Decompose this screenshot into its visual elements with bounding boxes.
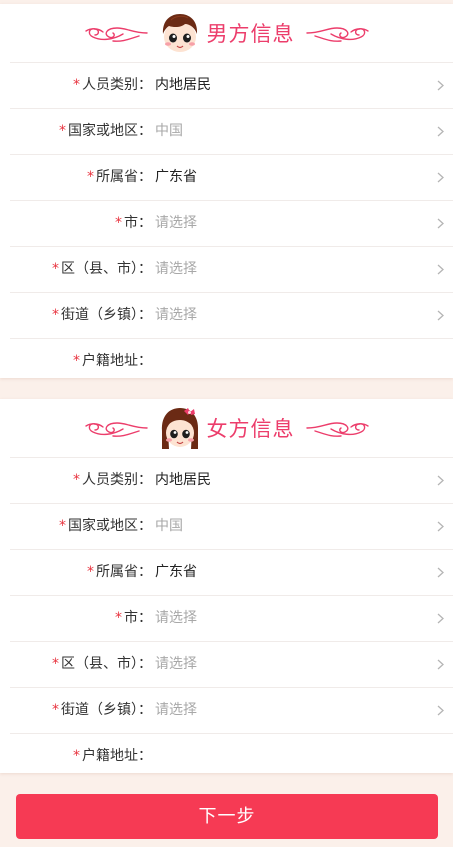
female-country-row[interactable]: * 国家或地区： 中国: [10, 503, 453, 549]
field-label: * 国家或地区：: [59, 504, 152, 549]
female-info-header: 女方信息: [0, 399, 453, 457]
chevron-right-icon: [437, 80, 444, 91]
field-label: * 街道（乡镇）：: [52, 293, 152, 338]
chevron-right-icon: [437, 264, 444, 275]
right-swirl-icon: [305, 27, 369, 42]
male-district-row[interactable]: * 区（县、市）： 请选择: [10, 246, 453, 292]
chevron-right-icon: [437, 475, 444, 486]
required-marker: *: [52, 261, 59, 277]
male-address-row[interactable]: * 户籍地址：: [10, 338, 453, 384]
male-province-row[interactable]: * 所属省： 广东省: [10, 154, 453, 200]
city-value[interactable]: 请选择: [155, 596, 197, 641]
province-value[interactable]: 广东省: [155, 155, 197, 200]
male-person-type-row[interactable]: * 人员类别： 内地居民: [10, 62, 453, 108]
country-value[interactable]: 中国: [155, 109, 183, 154]
person-type-value[interactable]: 内地居民: [155, 458, 211, 503]
district-value[interactable]: 请选择: [155, 247, 197, 292]
girl-face-icon: [161, 408, 198, 449]
field-label: * 市：: [115, 201, 152, 246]
male-country-row[interactable]: * 国家或地区： 中国: [10, 108, 453, 154]
boy-face-icon: [162, 14, 197, 52]
required-marker: *: [87, 169, 94, 185]
left-swirl-icon: [84, 27, 148, 42]
field-label: * 街道（乡镇）：: [52, 688, 152, 733]
field-label: * 户籍地址：: [73, 734, 152, 779]
required-marker: *: [52, 702, 59, 718]
field-label: * 人员类别：: [73, 63, 152, 108]
required-marker: *: [115, 215, 122, 231]
male-city-row[interactable]: * 市： 请选择: [10, 200, 453, 246]
chevron-right-icon: [437, 521, 444, 532]
field-label: * 市：: [115, 596, 152, 641]
field-label: * 人员类别：: [73, 458, 152, 503]
required-marker: *: [73, 353, 80, 369]
street-value[interactable]: 请选择: [155, 293, 197, 338]
chevron-right-icon: [437, 567, 444, 578]
chevron-right-icon: [437, 659, 444, 670]
chevron-right-icon: [437, 218, 444, 229]
female-province-row[interactable]: * 所属省： 广东省: [10, 549, 453, 595]
required-marker: *: [59, 123, 66, 139]
female-info-card: 女方信息 * 人员类别： 内地居民 * 国家或地区： 中国 * 所属省： 广东省 * 市…: [0, 399, 453, 773]
address-label: 户籍地址：: [82, 353, 152, 369]
district-label: 区（县、市）：: [61, 656, 152, 672]
field-label: * 户籍地址：: [73, 339, 152, 384]
required-marker: *: [59, 518, 66, 534]
person-type-value[interactable]: 内地居民: [155, 63, 211, 108]
field-label: * 区（县、市）：: [52, 642, 152, 687]
female-city-row[interactable]: * 市： 请选择: [10, 595, 453, 641]
field-label: * 所属省：: [87, 155, 152, 200]
required-marker: *: [52, 656, 59, 672]
province-label: 所属省：: [96, 564, 152, 580]
required-marker: *: [87, 564, 94, 580]
district-value[interactable]: 请选择: [155, 642, 197, 687]
country-label: 国家或地区：: [68, 518, 152, 534]
chevron-right-icon: [437, 126, 444, 137]
province-label: 所属省：: [96, 169, 152, 185]
left-swirl-icon: [84, 422, 148, 437]
required-marker: *: [73, 472, 80, 488]
field-label: * 所属省：: [87, 550, 152, 595]
female-street-row[interactable]: * 街道（乡镇）： 请选择: [10, 687, 453, 733]
person-type-label: 人员类别：: [82, 77, 152, 93]
chevron-right-icon: [437, 310, 444, 321]
male-info-card: 男方信息 * 人员类别： 内地居民 * 国家或地区： 中国 * 所属省： 广东省 * 市…: [0, 4, 453, 378]
chevron-right-icon: [437, 172, 444, 183]
city-label: 市：: [124, 215, 152, 231]
field-label: * 区（县、市）：: [52, 247, 152, 292]
required-marker: *: [73, 748, 80, 764]
country-value[interactable]: 中国: [155, 504, 183, 549]
female-person-type-row[interactable]: * 人员类别： 内地居民: [10, 457, 453, 503]
country-label: 国家或地区：: [68, 123, 152, 139]
address-label: 户籍地址：: [82, 748, 152, 764]
female-district-row[interactable]: * 区（县、市）： 请选择: [10, 641, 453, 687]
street-label: 街道（乡镇）：: [61, 702, 152, 718]
male-info-header: 男方信息: [0, 4, 453, 62]
person-type-label: 人员类别：: [82, 472, 152, 488]
required-marker: *: [52, 307, 59, 323]
province-value[interactable]: 广东省: [155, 550, 197, 595]
district-label: 区（县、市）：: [61, 261, 152, 277]
male-info-title: 男方信息: [206, 22, 295, 46]
next-step-button[interactable]: 下一步: [16, 794, 438, 839]
female-info-title: 女方信息: [206, 417, 295, 441]
street-label: 街道（乡镇）：: [61, 307, 152, 323]
male-street-row[interactable]: * 街道（乡镇）： 请选择: [10, 292, 453, 338]
required-marker: *: [115, 610, 122, 626]
required-marker: *: [73, 77, 80, 93]
city-value[interactable]: 请选择: [155, 201, 197, 246]
city-label: 市：: [124, 610, 152, 626]
chevron-right-icon: [437, 705, 444, 716]
right-swirl-icon: [305, 422, 369, 437]
female-address-row[interactable]: * 户籍地址：: [10, 733, 453, 779]
chevron-right-icon: [437, 613, 444, 624]
street-value[interactable]: 请选择: [155, 688, 197, 733]
field-label: * 国家或地区：: [59, 109, 152, 154]
